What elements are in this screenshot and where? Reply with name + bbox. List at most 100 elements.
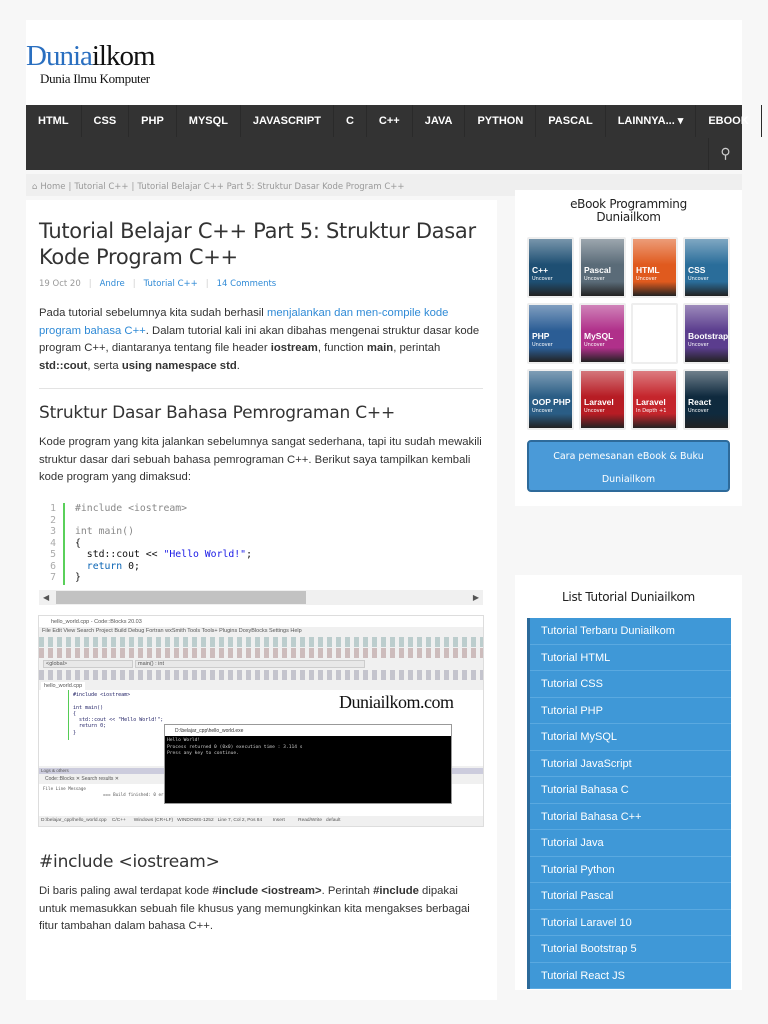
author-link[interactable]: Andre [100,279,125,289]
ebook-cover[interactable]: Laravel In Depth +1 [631,369,678,430]
sidebar-item-tutorial[interactable]: Tutorial React JS [530,963,731,989]
logs-tabs: Code::Blocks ✕ Search results ✕ [45,776,119,782]
sidebar-item-tutorial[interactable]: Tutorial MySQL [530,724,731,751]
editor-tab: hello_world.cpp [41,682,86,690]
ebook-subtitle: Uncover [688,342,709,348]
code-horizontal-scrollbar[interactable]: ◀ ▶ [39,590,483,605]
sidebar-item-tutorial[interactable]: Tutorial Python [530,857,731,883]
sidebar-item-tutorial[interactable]: Tutorial Terbaru Duniailkom [530,618,731,645]
paragraph: Di baris paling awal terdapat kode #incl… [39,885,470,932]
ebook-cover[interactable]: HTML Uncover [631,237,678,298]
scrollbar-thumb[interactable] [56,591,306,604]
code-line: return 0; [75,560,140,572]
nav-item[interactable]: PHP [129,105,177,137]
ebook-title: Laravel [636,397,666,407]
ebook-title: React [688,397,712,407]
scope-select: <global> [43,660,133,668]
code-line: { [75,537,81,549]
ebook-title: CSS [688,265,706,275]
ebook-cover[interactable]: Pascal Uncover [579,237,626,298]
sidebar-item-tutorial[interactable]: Tutorial PHP [530,698,731,724]
ebook-cover[interactable]: Laravel Uncover [579,369,626,430]
nav-item[interactable]: JAVA [413,105,466,137]
breadcrumb-category[interactable]: Tutorial C++ [74,182,128,192]
ebook-title: HTML [636,265,660,275]
scroll-right-icon[interactable]: ▶ [473,590,479,605]
site-logo[interactable]: Duniailkom [26,40,156,73]
scroll-left-icon[interactable]: ◀ [43,590,49,605]
console-title: D:\belajar_cpp\hello_world.exe [165,725,451,736]
toolbar [39,670,483,680]
ebook-subtitle: Uncover [636,276,657,282]
sidebar-item-tutorial[interactable]: Tutorial Laravel 10 [530,910,731,936]
sidebar-item-tutorial[interactable]: Tutorial Pascal [530,883,731,910]
sidebar-item-tutorial[interactable]: Tutorial Bahasa C [530,777,731,804]
line-number: 6 [50,560,56,572]
console-window: D:\belajar_cpp\hello_world.exe Hello Wor… [164,724,452,804]
breadcrumb: ⌂ Home | Tutorial C++ | Tutorial Belajar C++ … [32,182,405,192]
section-heading: #include <iostream> [39,852,220,872]
ebook-subtitle: In Depth +1 [636,408,667,414]
nav-item[interactable]: JAVASCRIPT [241,105,334,137]
ebook-title: MySQL [584,331,614,341]
ebook-subtitle: Uncover [532,408,553,414]
line-number: 7 [50,572,56,583]
console-line: Press any key to continue. [167,751,239,756]
watermark: Duniailkom.com [339,692,454,712]
paragraph: Kode program yang kita jalankan sebelumn… [39,436,482,483]
function-select: main() : int [135,660,365,668]
breadcrumb-current: Tutorial Belajar C++ Part 5: Struktur Da… [137,182,405,192]
ebook-cover[interactable]: JavaScript Uncover [631,303,678,364]
nav-item[interactable]: C [334,105,367,137]
section-heading: Struktur Dasar Bahasa Pemrograman C++ [39,403,396,423]
ebook-subtitle: Uncover [532,276,553,282]
sidebar-item-tutorial[interactable]: Tutorial JavaScript [530,751,731,777]
nav-item[interactable]: C++ [367,105,413,137]
code-line: } [75,572,81,583]
ebook-title: PHP [532,331,550,341]
ebook-cover[interactable]: MySQL Uncover [579,303,626,364]
ebook-cover[interactable]: Bootstrap Uncover [683,303,730,364]
code-line: #include <iostream> [75,503,188,514]
ebook-subtitle: Uncover [532,342,553,348]
window-title: hello_world.cpp - Code::Blocks 20.03 [39,616,483,627]
page-title: Tutorial Belajar C++ Part 5: Struktur Da… [39,219,476,269]
post-date: 19 Oct 20 [39,279,81,289]
divider [39,388,483,389]
ebook-title: JavaScript [636,331,678,341]
sidebar-item-tutorial[interactable]: Tutorial CSS [530,671,731,698]
ebook-cover[interactable]: CSS Uncover [683,237,730,298]
code-line: std::cout << "Hello World!"; [75,549,252,560]
nav-item[interactable]: LAINNYA... ▾ [606,105,697,137]
widget-title: eBook Programming Duniailkom [570,197,687,224]
ebook-subtitle: Uncover [688,408,709,414]
ebook-cover[interactable]: C++ Uncover [527,237,574,298]
line-number: 5 [50,549,56,560]
sidebar-item-tutorial[interactable]: Tutorial Bootstrap 5 [530,936,731,963]
nav-item[interactable]: EBOOK [696,105,762,137]
order-ebook-button[interactable]: Cara pemesanan eBook & Buku Duniailkom [527,440,730,492]
search-icon[interactable]: ⚲ [708,138,742,170]
nav-item[interactable]: CSS [82,105,130,137]
nav-item[interactable]: PYTHON [465,105,537,137]
sidebar-item-tutorial[interactable]: Tutorial HTML [530,645,731,671]
sidebar-item-tutorial[interactable]: Tutorial Java [530,830,731,857]
ebook-title: OOP PHP [532,397,571,407]
post-meta: 19 Oct 20 | Andre | Tutorial C++ | 14 Comments [39,279,277,289]
breadcrumb-home[interactable]: Home [40,182,65,192]
ebook-cover[interactable]: OOP PHP Uncover [527,369,574,430]
ebook-title: C++ [532,265,549,275]
nav-item[interactable]: MYSQL [177,105,241,137]
ebook-title: Laravel [584,397,614,407]
nav-item[interactable]: PASCAL [536,105,606,137]
sidebar-item-tutorial[interactable]: Tutorial Bahasa C++ [530,804,731,830]
line-number: 1 [50,503,56,514]
comments-link[interactable]: 14 Comments [217,279,277,289]
line-number: 3 [50,526,56,537]
category-link[interactable]: Tutorial C++ [144,279,198,289]
ebook-cover[interactable]: React Uncover [683,369,730,430]
ebook-cover[interactable]: PHP Uncover [527,303,574,364]
ebook-subtitle: Uncover [584,276,605,282]
nav-item[interactable]: HTML [26,105,82,137]
logo-part: ilkom [91,40,156,72]
